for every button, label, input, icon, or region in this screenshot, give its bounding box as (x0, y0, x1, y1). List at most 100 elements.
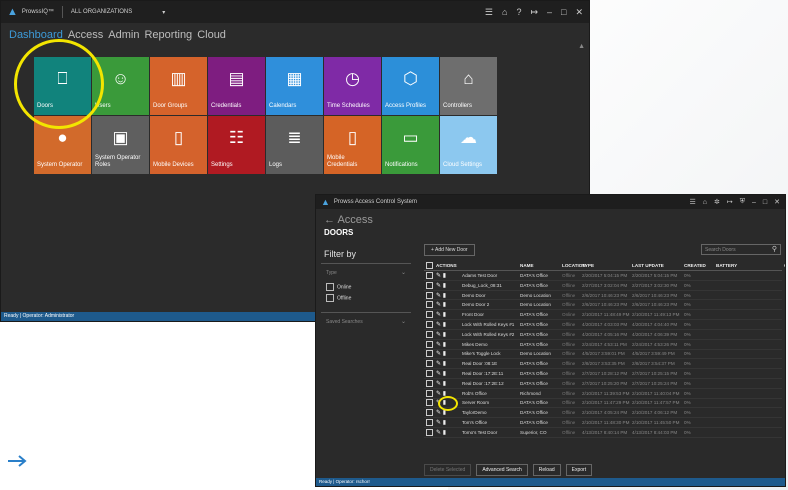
gear-icon[interactable]: ✲ (714, 198, 720, 206)
edit-icon[interactable]: ✎ (436, 410, 441, 416)
door-name[interactable]: Real Door :17:2E:12 (460, 378, 519, 389)
door-name[interactable]: Demo Door (460, 290, 519, 301)
trash-icon[interactable]: ▮ (443, 410, 446, 416)
logout-icon[interactable]: ↦ (727, 198, 733, 206)
table-row[interactable]: ✎ ▮ Demo Door 2 Demo Location Offline 2/6/20… (424, 299, 783, 311)
column-header[interactable]: BATTERY (714, 260, 783, 271)
column-header[interactable]: TYPE (580, 260, 631, 271)
row-checkbox[interactable] (424, 270, 434, 281)
menu-icon[interactable]: ☰ (689, 198, 695, 206)
door-name[interactable]: Real Door :08:1E (460, 358, 519, 370)
trash-icon[interactable]: ▮ (443, 342, 446, 348)
trash-icon[interactable]: ▮ (443, 312, 446, 318)
edit-icon[interactable]: ✎ (436, 293, 441, 299)
edit-icon[interactable]: ✎ (436, 351, 441, 357)
table-row[interactable]: ✎ ▮ Lock With Rolled Keys #1 DATA's Office… (424, 319, 783, 330)
trash-icon[interactable]: ▮ (443, 351, 446, 357)
row-checkbox[interactable] (424, 339, 434, 350)
search-input[interactable]: Search Doors ⚲ (701, 244, 781, 255)
edit-icon[interactable]: ✎ (436, 381, 441, 387)
row-checkbox[interactable] (424, 388, 434, 399)
reload-button[interactable]: Reload (532, 464, 561, 476)
tile-cloud-settings[interactable]: ☁ Cloud Settings (440, 116, 497, 174)
home-icon[interactable]: ⌂ (502, 7, 507, 17)
door-name[interactable]: Debug_Lock_08:31 (460, 280, 519, 291)
checkbox[interactable] (326, 283, 334, 291)
row-checkbox[interactable] (424, 368, 434, 379)
saved-searches-label[interactable]: Saved Searches (326, 319, 363, 325)
tile-settings[interactable]: ☷ Settings (208, 116, 265, 174)
tile-credentials[interactable]: ▤ Credentials (208, 57, 265, 115)
select-all-checkbox[interactable] (424, 260, 434, 271)
table-row[interactable]: ✎ ▮ Tom's Office DATA's Office Offline 2/10/… (424, 417, 783, 428)
filter-online[interactable]: Online (326, 283, 351, 291)
door-name[interactable]: Real Door :17:2E:11 (460, 368, 519, 379)
export-button[interactable]: Export (565, 464, 593, 476)
door-name[interactable]: Mikes Demo (460, 339, 519, 350)
nav-item-access[interactable]: Access (68, 29, 103, 41)
tile-logs[interactable]: ≣ Logs (266, 116, 323, 174)
edit-icon[interactable]: ✎ (436, 312, 441, 318)
door-name[interactable]: Front Door (460, 309, 519, 321)
row-checkbox[interactable] (424, 319, 434, 330)
nav-item-admin[interactable]: Admin (108, 29, 139, 41)
trash-icon[interactable]: ▮ (443, 381, 446, 387)
tile-access-profiles[interactable]: ⬡ Access Profiles (382, 57, 439, 115)
row-checkbox[interactable] (424, 280, 434, 291)
door-name[interactable]: Tomo's Test Door (460, 427, 519, 438)
row-checkbox[interactable] (424, 290, 434, 301)
table-row[interactable]: ✎ ▮ Mikes Demo DATA's Office Offline 2/24/20… (424, 339, 783, 350)
row-checkbox[interactable] (424, 378, 434, 389)
door-name[interactable]: Server Room (460, 398, 519, 409)
edit-icon[interactable]: ✎ (436, 420, 441, 426)
door-name[interactable]: TaylorDemo (460, 407, 519, 419)
chevron-down-icon[interactable]: ▾ (162, 9, 165, 16)
row-checkbox[interactable] (424, 309, 434, 321)
trash-icon[interactable]: ▮ (443, 302, 446, 308)
home-icon[interactable]: ⌂ (703, 199, 707, 206)
trash-icon[interactable]: ▮ (443, 322, 446, 328)
column-header[interactable]: NAME (518, 260, 561, 271)
edit-icon[interactable]: ✎ (436, 273, 441, 279)
tile-system-operator-roles[interactable]: ▣ System Operator Roles (92, 116, 149, 174)
table-row[interactable]: ✎ ▮ Real Door :08:1E DATA's Office Offline 2… (424, 358, 783, 370)
close-icon[interactable]: ✕ (774, 198, 780, 206)
advanced-search-button[interactable]: Advanced Search (476, 464, 528, 476)
org-selector[interactable]: ALL ORGANIZATIONS (71, 9, 132, 15)
tile-door-groups[interactable]: ▥ Door Groups (150, 57, 207, 115)
table-row[interactable]: ✎ ▮ Mike's Toggle Lock Demo Location Offlin… (424, 349, 783, 360)
maximize-icon[interactable]: □ (763, 199, 767, 206)
minimize-icon[interactable]: – (547, 7, 552, 17)
edit-icon[interactable]: ✎ (436, 283, 441, 289)
table-row[interactable]: ✎ ▮ Lock With Rolled Keys #2 DATA's Office… (424, 329, 783, 340)
row-checkbox[interactable] (424, 427, 434, 438)
row-checkbox[interactable] (424, 417, 434, 428)
row-checkbox[interactable] (424, 407, 434, 419)
table-row[interactable]: ✎ ▮ TaylorDemo DATA's Office Offline 2/10/20… (424, 407, 783, 419)
trash-icon[interactable]: ▮ (443, 371, 446, 377)
door-name[interactable]: Mike's Toggle Lock (460, 349, 519, 360)
trash-icon[interactable]: ▮ (443, 420, 446, 426)
trash-icon[interactable]: ▮ (443, 293, 446, 299)
help-icon[interactable]: ? (516, 7, 521, 17)
tile-calendars[interactable]: ▦ Calendars (266, 57, 323, 115)
logout-icon[interactable]: ↦ (530, 7, 538, 18)
trash-icon[interactable]: ▮ (443, 273, 446, 279)
table-row[interactable]: ✎ ▮ Front Door DATA's Office Online 2/10/201… (424, 309, 783, 321)
shield-icon[interactable]: ⛨ (740, 198, 745, 206)
edit-icon[interactable]: ✎ (436, 332, 441, 338)
edit-icon[interactable]: ✎ (436, 361, 441, 367)
table-row[interactable]: ✎ ▮ Real Door :17:2E:12 DATA's Office Offli… (424, 378, 783, 389)
tile-mobile-credentials[interactable]: ▯ Mobile Credentials (324, 116, 381, 174)
edit-icon[interactable]: ✎ (436, 342, 441, 348)
row-checkbox[interactable] (424, 299, 434, 311)
row-checkbox[interactable] (424, 349, 434, 360)
close-icon[interactable]: ✕ (575, 7, 583, 18)
trash-icon[interactable]: ▮ (443, 332, 446, 338)
maximize-icon[interactable]: □ (561, 7, 566, 17)
trash-icon[interactable]: ▮ (443, 283, 446, 289)
tile-time-schedules[interactable]: ◷ Time Schedules (324, 57, 381, 115)
edit-icon[interactable]: ✎ (436, 430, 441, 436)
nav-item-cloud[interactable]: Cloud (197, 29, 226, 41)
menu-icon[interactable]: ☰ (485, 7, 493, 18)
